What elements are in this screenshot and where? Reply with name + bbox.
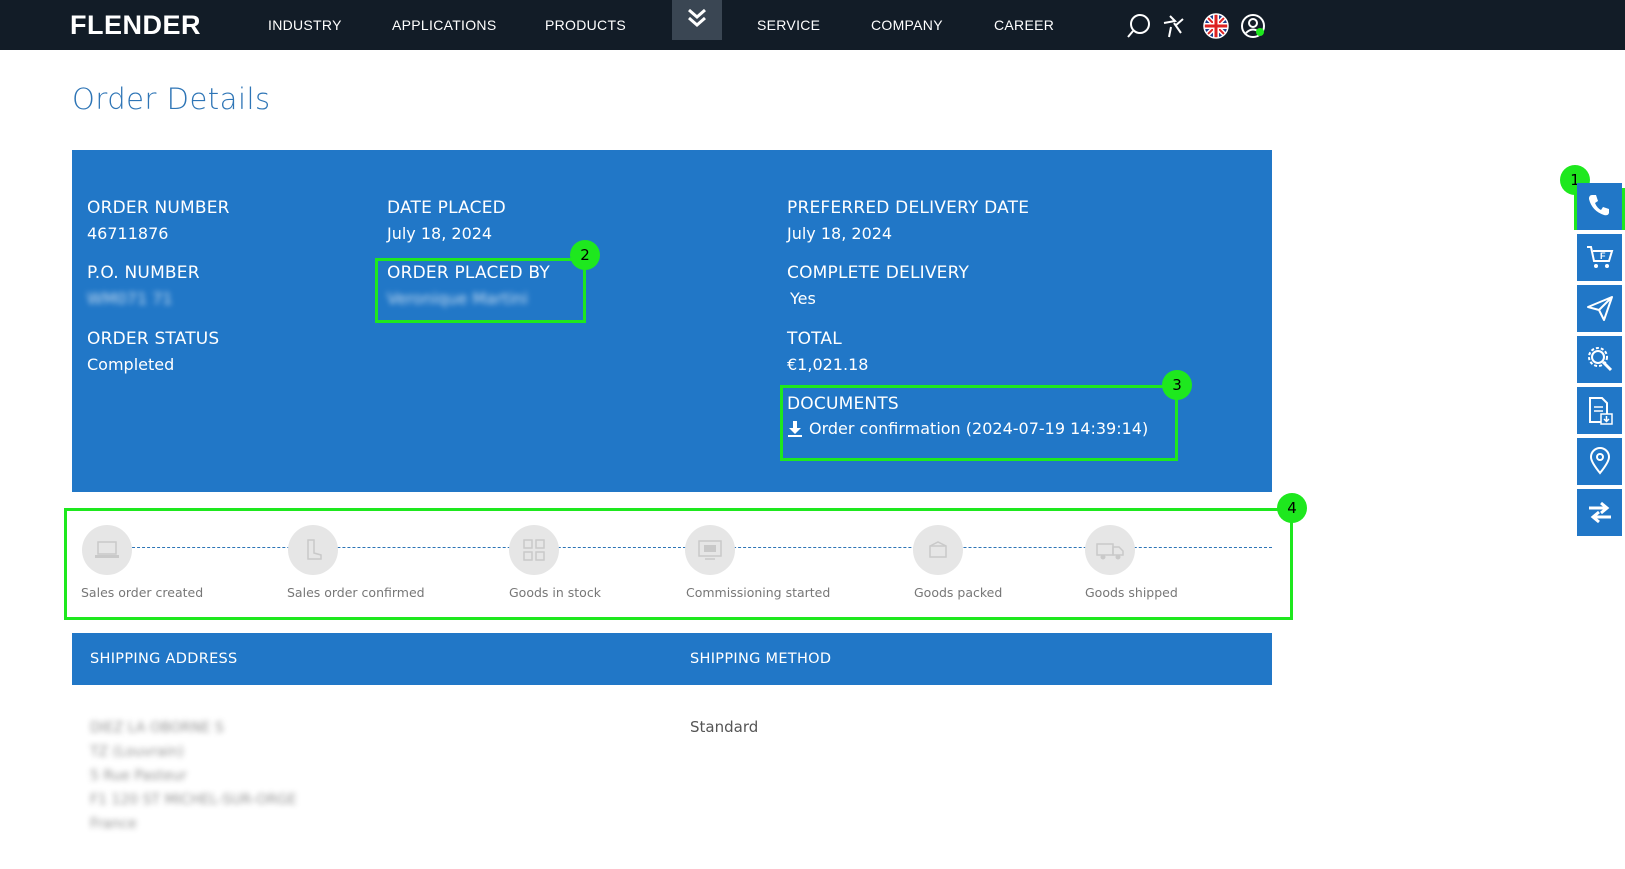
flender-service-icon[interactable]	[1161, 13, 1187, 39]
complete-delivery-label: COMPLETE DELIVERY	[787, 263, 970, 283]
exchange-arrows-icon	[1589, 501, 1611, 524]
sidebar-send-button[interactable]	[1577, 285, 1622, 332]
nav-company[interactable]: COMPANY	[871, 17, 943, 33]
nav-products[interactable]: PRODUCTS	[545, 17, 626, 33]
sidebar-phone-button[interactable]	[1577, 183, 1622, 230]
send-icon	[1587, 296, 1613, 321]
total-value: €1,021.18	[787, 355, 869, 374]
po-number-value: WM071 71	[87, 289, 173, 308]
shipping-header: SHIPPING ADDRESS SHIPPING METHOD	[72, 633, 1272, 685]
step-label-sales-order-confirmed: Sales order confirmed	[287, 585, 425, 600]
chevron-down-icon	[688, 8, 706, 27]
annotation-badge-3: 3	[1162, 370, 1192, 400]
sidebar-location-button[interactable]	[1577, 438, 1622, 485]
boot-icon	[307, 539, 322, 560]
preferred-delivery-label: PREFERRED DELIVERY DATE	[787, 198, 1030, 218]
step-goods-packed	[913, 525, 963, 575]
user-account-icon[interactable]	[1240, 13, 1266, 39]
package-icon	[929, 541, 947, 558]
step-label-commissioning-started: Commissioning started	[686, 585, 831, 600]
order-number-label: ORDER NUMBER	[87, 198, 230, 218]
shipping-method-label: SHIPPING METHOD	[690, 651, 832, 667]
nav-expand-button[interactable]	[672, 0, 722, 40]
nav-career[interactable]: CAREER	[994, 17, 1054, 33]
step-sales-order-created	[82, 525, 132, 575]
nav-applications[interactable]: APPLICATIONS	[392, 17, 496, 33]
annotation-badge-2: 2	[570, 240, 600, 270]
step-sales-order-confirmed	[288, 525, 338, 575]
step-label-goods-shipped: Goods shipped	[1085, 585, 1178, 600]
highlight-order-placed-by	[375, 258, 586, 323]
highlight-documents	[780, 385, 1178, 461]
sidebar-cart-button[interactable]: F	[1577, 234, 1622, 281]
step-goods-in-stock	[509, 525, 559, 575]
nav-industry[interactable]: INDUSTRY	[268, 17, 342, 33]
nav-service[interactable]: SERVICE	[757, 17, 820, 33]
annotation-badge-4: 4	[1277, 493, 1307, 523]
flender-logo[interactable]: FLENDER	[70, 10, 201, 41]
order-number-value: 46711876	[87, 224, 169, 243]
shipping-address-label: SHIPPING ADDRESS	[90, 651, 238, 667]
shelves-icon	[523, 539, 545, 561]
order-progress-tracker: Sales order created Sales order confirme…	[72, 515, 1272, 615]
order-status-value: Completed	[87, 355, 175, 374]
uk-flag-icon[interactable]	[1203, 13, 1229, 39]
monitor-icon	[698, 540, 722, 560]
step-label-goods-packed: Goods packed	[914, 585, 1003, 600]
shipping-method-value: Standard	[690, 718, 759, 736]
sidebar-documents-button[interactable]	[1577, 387, 1622, 434]
document-download-icon	[1589, 397, 1613, 425]
phone-icon	[1589, 195, 1609, 216]
top-navigation-bar: FLENDER INDUSTRY APPLICATIONS PRODUCTS S…	[0, 0, 1625, 50]
order-status-label: ORDER STATUS	[87, 329, 220, 349]
sidebar-service-tools-button[interactable]	[1577, 336, 1622, 383]
wrench-gear-icon	[1588, 347, 1613, 372]
address-line-2: TZ (Louvrain)	[90, 744, 184, 760]
po-number-label: P.O. NUMBER	[87, 263, 200, 283]
step-goods-shipped	[1085, 525, 1135, 575]
date-placed-value: July 18, 2024	[387, 224, 493, 243]
sidebar-exchange-button[interactable]	[1577, 489, 1622, 536]
page-title: Order Details	[72, 82, 271, 116]
address-line-3: 5 Rue Pasteur	[90, 768, 187, 784]
address-line-5: France	[90, 816, 137, 832]
date-placed-label: DATE PLACED	[387, 198, 506, 218]
search-icon[interactable]	[1126, 13, 1152, 39]
complete-delivery-value: Yes	[790, 289, 816, 308]
address-line-1: DIEZ LA OBORNE S	[90, 720, 224, 736]
address-line-4: F1 120 ST MICHEL-SUR-ORGE	[90, 792, 297, 808]
total-label: TOTAL	[787, 329, 842, 349]
step-label-goods-in-stock: Goods in stock	[509, 585, 601, 600]
preferred-delivery-value: July 18, 2024	[787, 224, 893, 243]
step-commissioning-started	[685, 525, 735, 575]
step-label-sales-order-created: Sales order created	[81, 585, 204, 600]
truck-icon	[1096, 543, 1124, 560]
cart-icon: F	[1587, 246, 1614, 268]
laptop-icon	[95, 541, 119, 558]
svg-text:F: F	[1600, 251, 1606, 261]
location-pin-icon	[1589, 447, 1611, 475]
